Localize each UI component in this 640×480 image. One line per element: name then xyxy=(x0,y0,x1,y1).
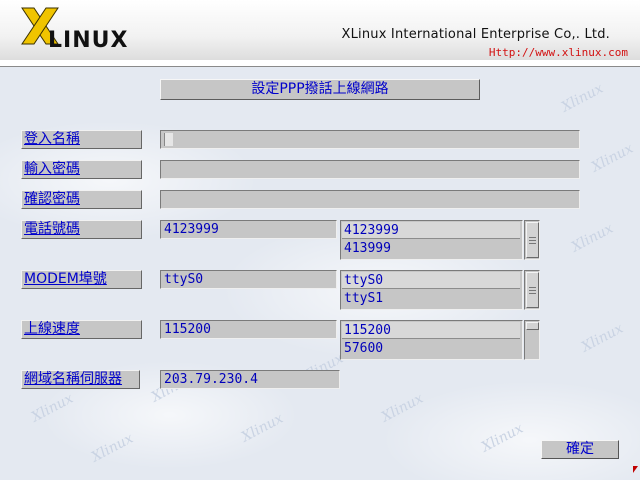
phone-number-scrollbar[interactable] xyxy=(524,220,540,260)
password-input[interactable] xyxy=(160,160,580,179)
grip-line xyxy=(529,287,536,288)
phone-number-input[interactable]: 4123999 xyxy=(160,220,337,239)
phone-number-label-text: 電話號碼 xyxy=(24,221,80,237)
company-name: XLinux International Enterprise Co,. Ltd… xyxy=(341,27,610,42)
connection-speed-scrollbar[interactable] xyxy=(524,320,540,360)
modem-port-label-text: MODEM埠號 xyxy=(24,271,107,287)
logo-wordmark: LINUX xyxy=(48,28,129,53)
grip-line xyxy=(529,293,536,294)
app-header: LINUX XLinux International Enterprise Co… xyxy=(0,0,640,62)
watermark-logo: Xlinux xyxy=(28,390,76,426)
dns-server-label: 網域名稱伺服器 xyxy=(21,370,140,389)
phone-number-list[interactable]: 4123999 413999 xyxy=(340,220,523,260)
connection-speed-label: 上線速度 xyxy=(21,320,142,339)
login-name-label: 登入名稱 xyxy=(21,130,142,149)
header-divider xyxy=(0,60,640,67)
mouse-pointer-icon xyxy=(633,466,638,473)
confirm-password-input[interactable] xyxy=(160,190,580,209)
watermark-logo: Xlinux xyxy=(378,390,426,426)
watermark-logo: Xlinux xyxy=(478,420,526,456)
dns-server-input[interactable]: 203.79.230.4 xyxy=(160,370,340,389)
connection-speed-input[interactable]: 115200 xyxy=(160,320,337,339)
background-swirl xyxy=(380,380,640,480)
password-label: 輸入密碼 xyxy=(21,160,142,179)
phone-number-label: 電話號碼 xyxy=(21,220,142,239)
text-cursor xyxy=(164,133,173,146)
scrollbar-thumb[interactable] xyxy=(526,272,539,308)
connection-speed-label-text: 上線速度 xyxy=(24,321,80,337)
modem-port-input[interactable]: ttyS0 xyxy=(160,270,337,289)
watermark-logo: Xlinux xyxy=(588,140,636,176)
confirm-password-label: 確認密碼 xyxy=(21,190,142,209)
list-item[interactable]: 413999 xyxy=(342,240,520,257)
login-name-input[interactable] xyxy=(160,130,580,149)
modem-port-list[interactable]: ttyS0 ttyS1 xyxy=(340,270,523,310)
grip-line xyxy=(529,290,536,291)
list-item[interactable]: ttyS1 xyxy=(342,290,520,307)
watermark-logo: Xlinux xyxy=(238,410,286,446)
watermark-logo: Xlinux xyxy=(568,220,616,256)
watermark-logo: Xlinux xyxy=(88,430,136,466)
login-name-label-text: 登入名稱 xyxy=(24,131,80,147)
dns-server-label-text: 網域名稱伺服器 xyxy=(24,371,122,387)
connection-speed-list[interactable]: 115200 57600 xyxy=(340,320,523,360)
ppp-setup-screen: Xlinux Xlinux Xlinux Xlinux Xlinux Xlinu… xyxy=(0,0,640,480)
form-title: 設定PPP撥話上線網路 xyxy=(160,79,480,100)
ok-button[interactable]: 確定 xyxy=(541,440,619,459)
list-item[interactable]: 57600 xyxy=(342,340,520,357)
list-item[interactable]: 4123999 xyxy=(342,222,520,239)
list-item[interactable]: 115200 xyxy=(342,322,520,339)
modem-port-label: MODEM埠號 xyxy=(21,270,142,289)
watermark-logo: Xlinux xyxy=(578,320,626,356)
modem-port-scrollbar[interactable] xyxy=(524,270,540,310)
grip-line xyxy=(529,240,536,241)
scrollbar-thumb[interactable] xyxy=(526,222,539,258)
watermark-logo: Xlinux xyxy=(558,80,606,116)
password-label-text: 輸入密碼 xyxy=(24,161,80,177)
xlinux-logo: LINUX xyxy=(20,6,130,53)
company-url[interactable]: Http://www.xlinux.com xyxy=(489,46,628,59)
scrollbar-thumb[interactable] xyxy=(526,322,539,330)
confirm-password-label-text: 確認密碼 xyxy=(24,191,80,207)
grip-line xyxy=(529,243,536,244)
grip-line xyxy=(529,237,536,238)
list-item[interactable]: ttyS0 xyxy=(342,272,520,289)
